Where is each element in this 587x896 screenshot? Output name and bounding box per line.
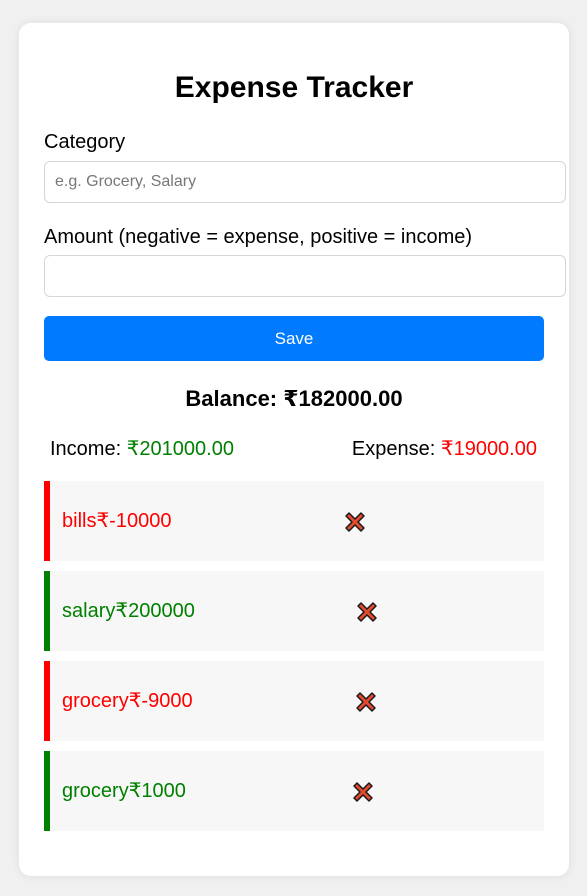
- expense-label: Expense:: [351, 438, 441, 460]
- transaction-item: grocery₹-9000: [44, 661, 544, 741]
- delete-button[interactable]: [342, 509, 368, 535]
- delete-button[interactable]: [353, 689, 379, 715]
- cross-mark-icon: [353, 782, 373, 802]
- delete-button[interactable]: [354, 599, 380, 625]
- category-label: Category: [44, 131, 126, 153]
- income-expense-summary: Income: ₹201000.00 Expense: ₹19000.00: [50, 436, 537, 462]
- cross-mark-icon: [345, 512, 365, 532]
- cross-mark-icon: [357, 602, 377, 622]
- expense-summary: Expense: ₹19000.00: [352, 436, 537, 462]
- income-value: ₹201000.00: [126, 438, 234, 460]
- income-summary: Income: ₹201000.00: [50, 436, 234, 462]
- balance-display: Balance: ₹182000.00: [19, 385, 569, 413]
- transaction-item: bills₹-10000: [44, 481, 544, 561]
- income-label: Income:: [50, 438, 127, 460]
- amount-label: Amount (negative = expense, positive = i…: [44, 226, 473, 248]
- cross-mark-icon: [356, 692, 376, 712]
- transaction-item: salary₹200000: [44, 571, 544, 651]
- balance-value: ₹182000.00: [283, 386, 403, 411]
- transaction-text: bills₹-10000: [62, 510, 172, 532]
- amount-input[interactable]: [44, 255, 566, 297]
- transaction-text: grocery₹-9000: [62, 690, 193, 712]
- category-input[interactable]: [44, 161, 566, 203]
- transaction-text: salary₹200000: [62, 600, 195, 622]
- balance-label: Balance:: [185, 386, 284, 411]
- transaction-text: grocery₹1000: [62, 780, 186, 802]
- expense-value: ₹19000.00: [440, 438, 537, 460]
- save-button[interactable]: Save: [44, 316, 544, 361]
- transaction-item: grocery₹1000: [44, 751, 544, 831]
- delete-button[interactable]: [350, 779, 376, 805]
- expense-tracker-card: Expense Tracker Category Amount (negativ…: [19, 23, 569, 876]
- page-title: Expense Tracker: [174, 71, 414, 104]
